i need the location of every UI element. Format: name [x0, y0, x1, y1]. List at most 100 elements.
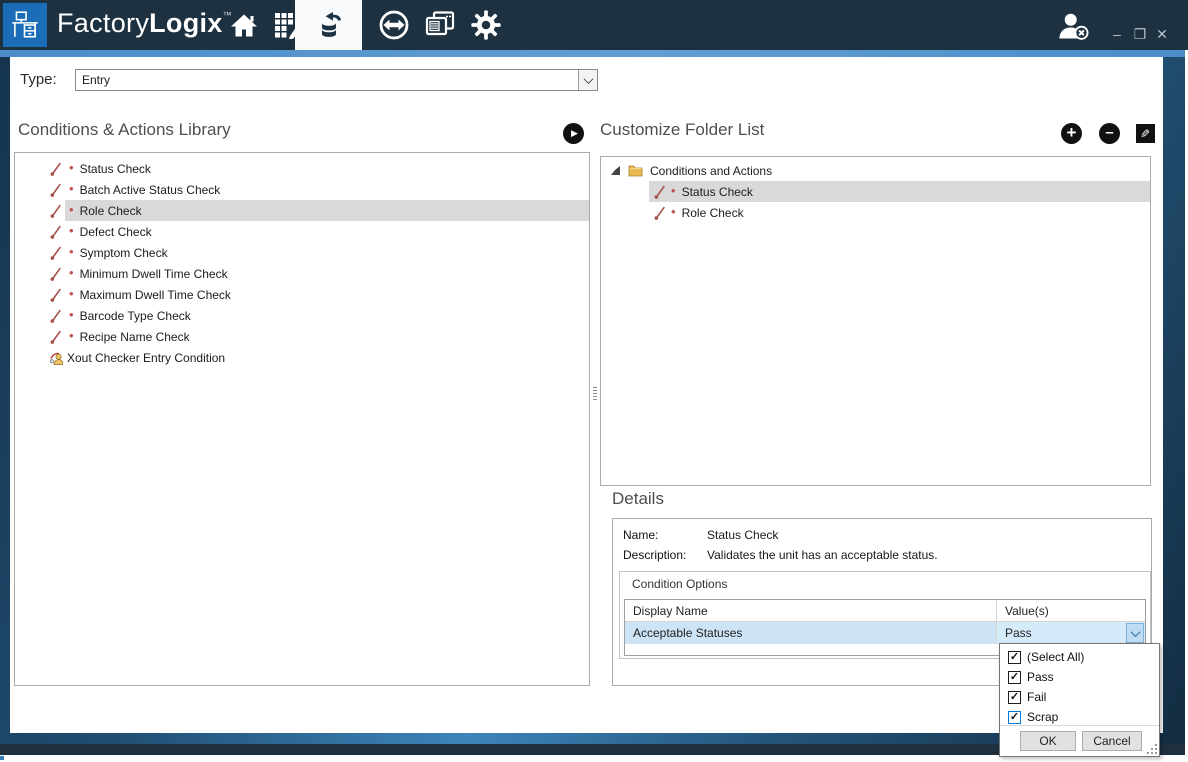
list-item-body[interactable]: Status Check — [65, 158, 589, 179]
list-item-body[interactable]: Role Check — [65, 200, 589, 221]
list-item[interactable]: Batch Active Status Check — [15, 179, 589, 200]
tree-children: Status Check Role Check — [601, 181, 1150, 223]
library-list: Status Check Batch Active Status Check — [14, 152, 590, 686]
condition-check-icon — [49, 288, 63, 302]
list-item-body[interactable]: Symptom Check — [65, 242, 589, 263]
list-item[interactable]: Status Check — [15, 158, 589, 179]
list-item-body[interactable]: Recipe Name Check — [65, 326, 589, 347]
popup-option-label: Scrap — [1027, 710, 1058, 724]
tree-item[interactable]: Status Check — [601, 181, 1150, 202]
folder-icon — [628, 164, 643, 177]
checkbox-icon[interactable] — [1008, 711, 1021, 724]
bullet-icon — [69, 286, 74, 301]
popup-option[interactable]: Pass — [1000, 667, 1159, 687]
minimize-button[interactable]: – — [1108, 26, 1126, 42]
application-window: FactoryLogix™ — [0, 0, 1188, 762]
list-item-body[interactable]: Minimum Dwell Time Check — [65, 263, 589, 284]
condition-check-icon — [49, 246, 63, 260]
tree-root-label: Conditions and Actions — [650, 164, 772, 178]
title-bar: FactoryLogix™ — [0, 0, 1188, 50]
list-item-label: Maximum Dwell Time Check — [80, 288, 231, 302]
move-right-button[interactable] — [563, 123, 584, 144]
tree-item-label: Role Check — [682, 206, 744, 220]
cancel-button[interactable]: Cancel — [1082, 731, 1142, 751]
home-icon[interactable] — [222, 0, 266, 50]
type-select-dropdown-button[interactable] — [578, 70, 597, 90]
bottom-accent-mark — [0, 756, 4, 760]
list-item-body[interactable]: Defect Check — [65, 221, 589, 242]
table-header-row: Display Name Value(s) — [625, 600, 1145, 622]
remove-folder-button[interactable] — [1099, 123, 1120, 144]
tree-item-body[interactable]: Role Check — [649, 202, 1150, 223]
settings-gear-icon[interactable] — [464, 0, 508, 50]
bullet-icon — [671, 183, 676, 198]
description-label: Description: — [623, 548, 707, 562]
list-item-body[interactable]: Xout Checker Entry Condition — [65, 347, 589, 368]
list-item[interactable]: Defect Check — [15, 221, 589, 242]
list-item-body[interactable]: Batch Active Status Check — [65, 179, 589, 200]
close-button[interactable]: ✕ — [1153, 26, 1171, 43]
edit-folder-button[interactable] — [1136, 124, 1155, 143]
documents-icon[interactable] — [418, 0, 462, 50]
column-values: Value(s) — [997, 600, 1145, 621]
bullet-icon — [69, 223, 74, 238]
list-item-body[interactable]: Maximum Dwell Time Check — [65, 284, 589, 305]
checkbox-icon[interactable] — [1008, 651, 1021, 664]
list-item-label: Symptom Check — [80, 246, 168, 260]
popup-option[interactable]: Fail — [1000, 687, 1159, 707]
type-select[interactable]: Entry — [75, 69, 598, 91]
condition-check-icon — [653, 185, 667, 199]
transfer-icon[interactable] — [372, 0, 416, 50]
condition-check-icon — [49, 225, 63, 239]
tree-root-node[interactable]: Conditions and Actions — [601, 160, 1150, 181]
tree-item-body[interactable]: Status Check — [649, 181, 1150, 202]
popup-option[interactable]: Scrap — [1000, 707, 1159, 727]
list-item[interactable]: Minimum Dwell Time Check — [15, 263, 589, 284]
bullet-icon — [69, 307, 74, 322]
type-select-value: Entry — [76, 73, 578, 87]
tool-condition-icon — [49, 351, 63, 365]
list-item-label: Barcode Type Check — [80, 309, 191, 323]
bullet-icon — [69, 181, 74, 196]
list-item[interactable]: Symptom Check — [15, 242, 589, 263]
checkbox-icon[interactable] — [1008, 691, 1021, 704]
library-icon[interactable] — [295, 0, 362, 50]
value-cell[interactable]: Pass — [997, 622, 1145, 644]
list-item[interactable]: Role Check — [15, 200, 589, 221]
user-logout-icon[interactable] — [1056, 11, 1090, 44]
list-item-body[interactable]: Barcode Type Check — [65, 305, 589, 326]
popup-option[interactable]: (Select All) — [1000, 647, 1159, 667]
value-cell-text: Pass — [1005, 626, 1032, 640]
tree-item-label: Status Check — [682, 185, 753, 199]
value-dropdown-button[interactable] — [1126, 623, 1144, 643]
bullet-icon — [69, 244, 74, 259]
condition-check-icon — [653, 206, 667, 220]
accent-strip — [0, 50, 1185, 57]
maximize-button[interactable]: ❐ — [1131, 26, 1149, 43]
add-folder-button[interactable] — [1061, 123, 1082, 144]
list-item[interactable]: Xout Checker Entry Condition — [15, 347, 589, 368]
folders-panel-title: Customize Folder List — [600, 120, 764, 140]
name-value: Status Check — [707, 528, 778, 542]
tree-item[interactable]: Role Check — [601, 202, 1150, 223]
bullet-icon — [69, 265, 74, 280]
list-item[interactable]: Barcode Type Check — [15, 305, 589, 326]
popup-option-label: (Select All) — [1027, 650, 1084, 664]
list-item[interactable]: Recipe Name Check — [15, 326, 589, 347]
resize-grip[interactable] — [1148, 745, 1157, 754]
popup-option-label: Pass — [1027, 670, 1054, 684]
detail-description-row: Description: Validates the unit has an a… — [623, 548, 938, 562]
condition-check-icon — [49, 267, 63, 281]
condition-check-icon — [49, 330, 63, 344]
brand-title: FactoryLogix™ — [57, 8, 232, 39]
description-value: Validates the unit has an acceptable sta… — [707, 548, 938, 562]
list-item[interactable]: Maximum Dwell Time Check — [15, 284, 589, 305]
checkbox-icon[interactable] — [1008, 671, 1021, 684]
panel-splitter[interactable] — [592, 387, 598, 405]
column-display-name: Display Name — [625, 600, 997, 621]
ok-button[interactable]: OK — [1020, 731, 1076, 751]
list-item-label: Minimum Dwell Time Check — [80, 267, 228, 281]
table-row[interactable]: Acceptable Statuses Pass — [625, 622, 1145, 644]
tree-expander-icon[interactable] — [611, 166, 620, 175]
bullet-icon — [69, 328, 74, 343]
